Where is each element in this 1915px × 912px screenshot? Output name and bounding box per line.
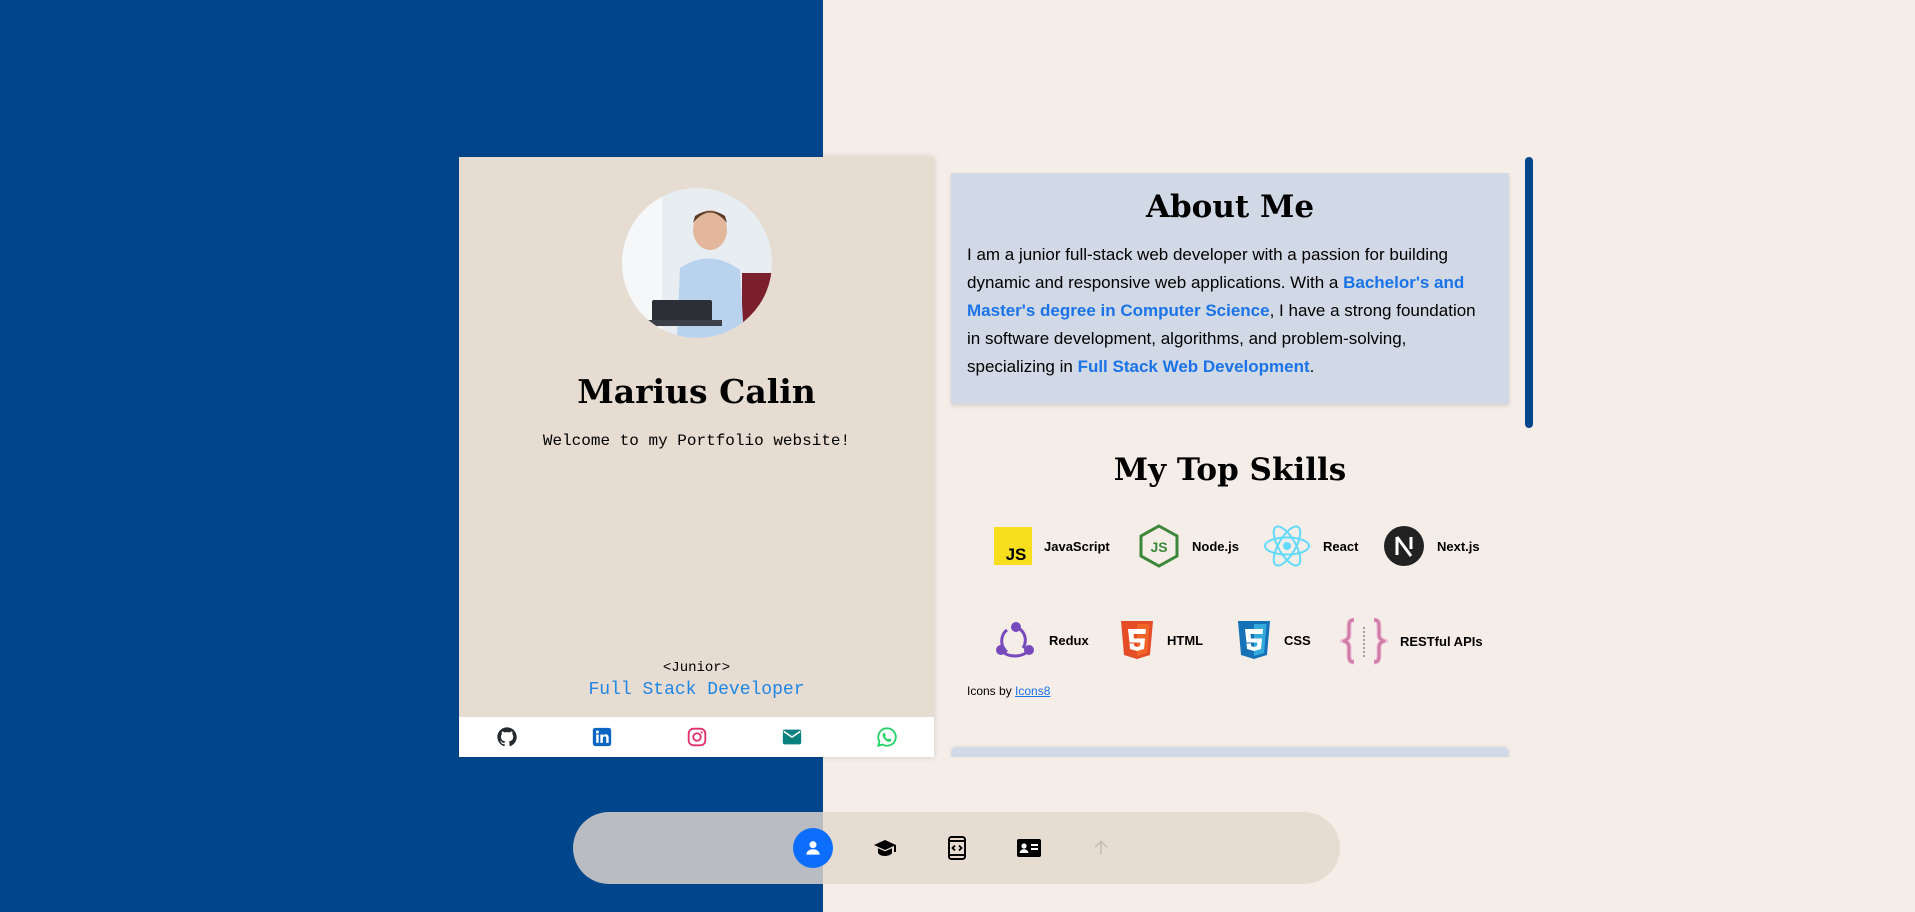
instagram-icon[interactable] [685, 725, 709, 749]
social-links-bar [459, 717, 934, 757]
nav-contact[interactable] [1009, 828, 1049, 868]
level-tag: <Junior> [662, 660, 731, 676]
bottom-navigation [573, 812, 1340, 884]
nav-projects[interactable] [937, 828, 977, 868]
redux-icon [996, 622, 1034, 658]
role-title: Full Stack Developer [588, 680, 805, 700]
specialization-highlight: Full Stack Web Development [1077, 357, 1310, 376]
javascript-icon: JS [994, 527, 1032, 565]
about-paragraph: I am a junior full-stack web developer w… [967, 241, 1493, 381]
github-icon[interactable] [495, 725, 519, 749]
skill-redux: Redux [993, 618, 1089, 662]
restful-api-icon [1340, 617, 1388, 665]
email-icon[interactable] [780, 725, 804, 749]
nav-education[interactable] [865, 828, 905, 868]
whatsapp-icon[interactable] [875, 725, 899, 749]
education-icon [874, 840, 896, 856]
skill-css: CSS [1236, 619, 1311, 661]
skill-javascript: JS JavaScript [994, 527, 1110, 565]
skill-label: JavaScript [1044, 538, 1110, 554]
icons8-link[interactable]: Icons8 [1015, 684, 1050, 698]
nextjs-icon [1384, 526, 1424, 566]
profile-card: Marius Calin Welcome to my Portfolio web… [459, 157, 934, 757]
profile-icon [806, 841, 820, 855]
arrow-up-icon [1094, 840, 1108, 855]
react-icon [1264, 525, 1310, 567]
nav-scroll-top[interactable] [1081, 828, 1121, 868]
credit-prefix: Icons by [967, 684, 1016, 698]
avatar [622, 188, 772, 338]
icons-credit: Icons by Icons8 [967, 684, 1050, 698]
about-text-part: . [1309, 357, 1315, 376]
projects-icon [948, 836, 966, 860]
skill-label: CSS [1284, 632, 1311, 648]
skill-label: HTML [1167, 632, 1204, 648]
about-title: About Me [1145, 189, 1315, 225]
skills-title: My Top Skills [1113, 452, 1347, 488]
skill-label: Next.js [1437, 538, 1480, 554]
skill-label: React [1323, 538, 1359, 554]
svg-text:JS: JS [1150, 539, 1167, 555]
linkedin-icon[interactable] [590, 725, 614, 749]
skill-restful-apis: RESTful APIs [1340, 617, 1483, 665]
skill-label: RESTful APIs [1400, 633, 1483, 649]
skill-nodejs: JS Node.js [1138, 524, 1239, 568]
skill-react: React [1263, 524, 1358, 568]
scrollbar[interactable] [1525, 157, 1533, 428]
welcome-text: Welcome to my Portfolio website! [542, 432, 851, 450]
about-me-card: About Me I am a junior full-stack web de… [951, 173, 1509, 404]
skill-label: Node.js [1192, 538, 1239, 554]
html5-icon [1121, 621, 1153, 659]
skill-nextjs: Next.js [1383, 525, 1480, 567]
css3-icon [1238, 621, 1270, 659]
svg-text:JS: JS [1006, 545, 1027, 564]
contact-card-icon [1017, 839, 1041, 857]
skill-label: Redux [1049, 632, 1089, 648]
nodejs-icon: JS [1139, 524, 1179, 568]
next-section-card [951, 747, 1509, 757]
nav-profile[interactable] [793, 828, 833, 868]
skill-html: HTML [1119, 619, 1203, 661]
profile-name: Marius Calin [577, 372, 816, 411]
